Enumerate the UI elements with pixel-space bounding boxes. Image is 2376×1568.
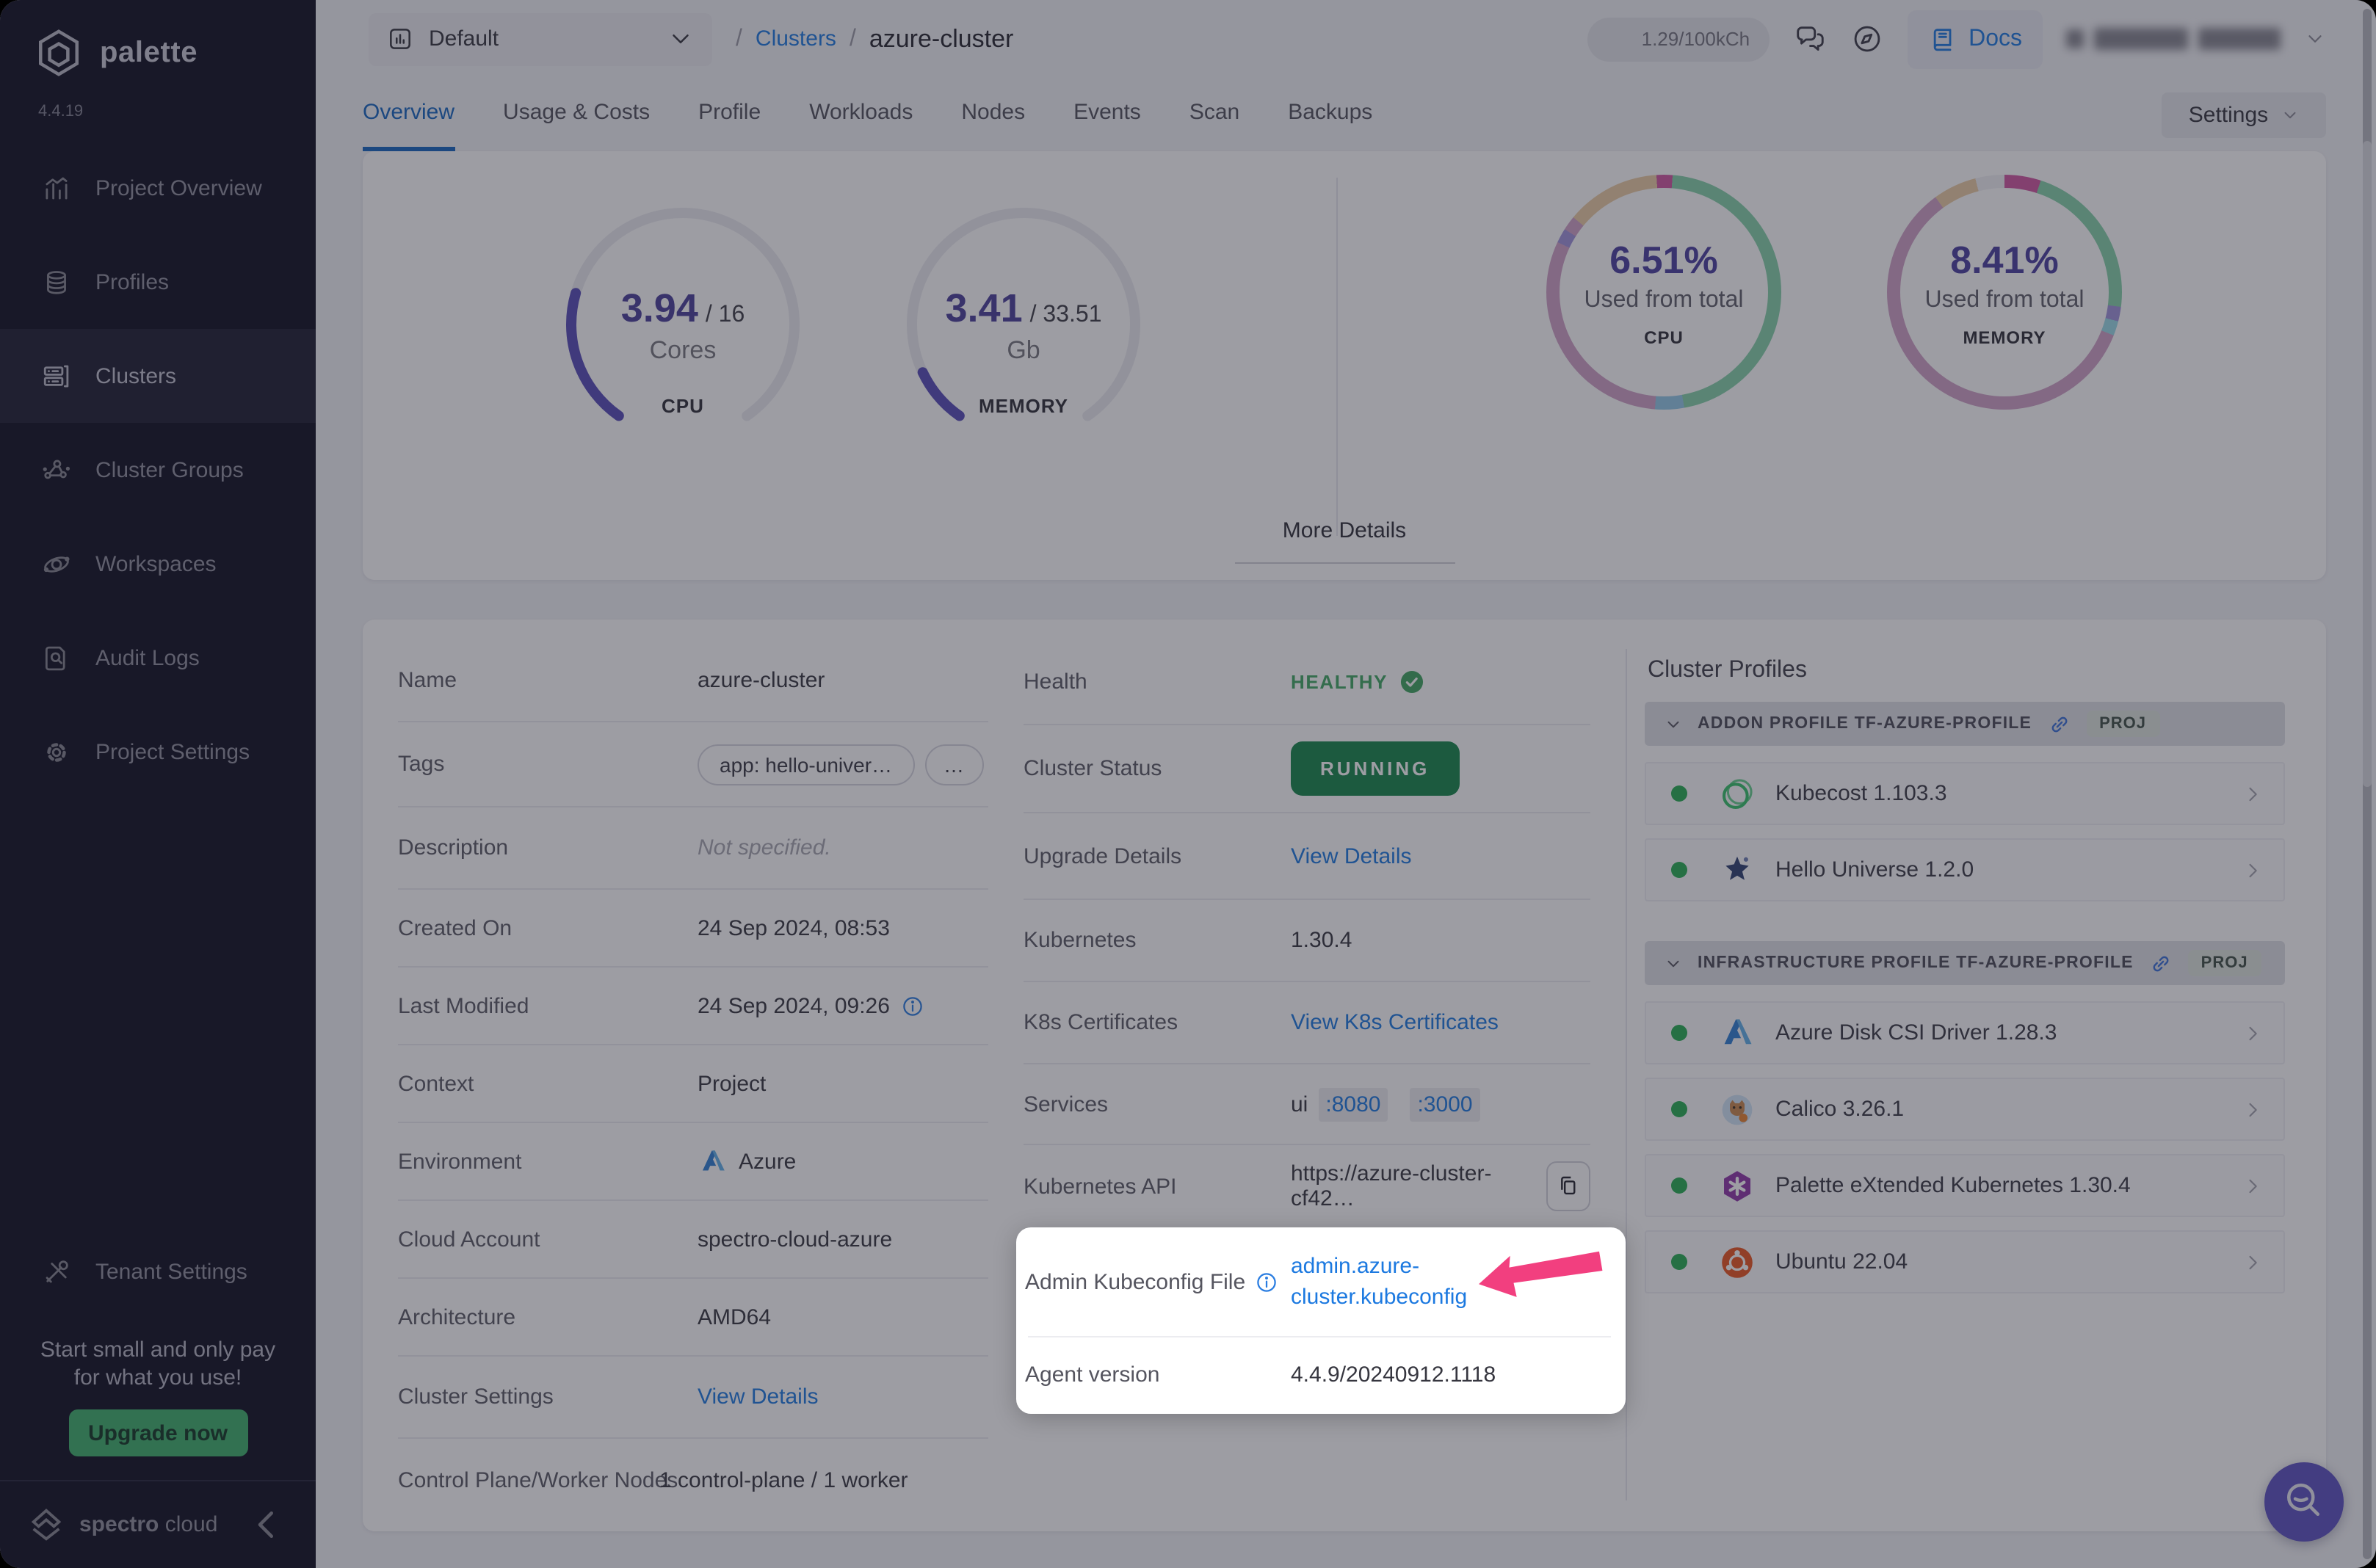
row-agent-version: Agent version 4.4.9/20240912.1118 xyxy=(1025,1362,1496,1387)
admin-kubeconfig-link[interactable]: admin.azure- cluster.kubeconfig xyxy=(1291,1251,1467,1313)
screen: palette 4.4.19 Project Overview Profiles… xyxy=(0,0,2376,1568)
spotlight-arrow xyxy=(1479,1251,1603,1297)
agent-version-value: 4.4.9/20240912.1118 xyxy=(1291,1362,1496,1387)
info-icon[interactable] xyxy=(1254,1269,1279,1294)
